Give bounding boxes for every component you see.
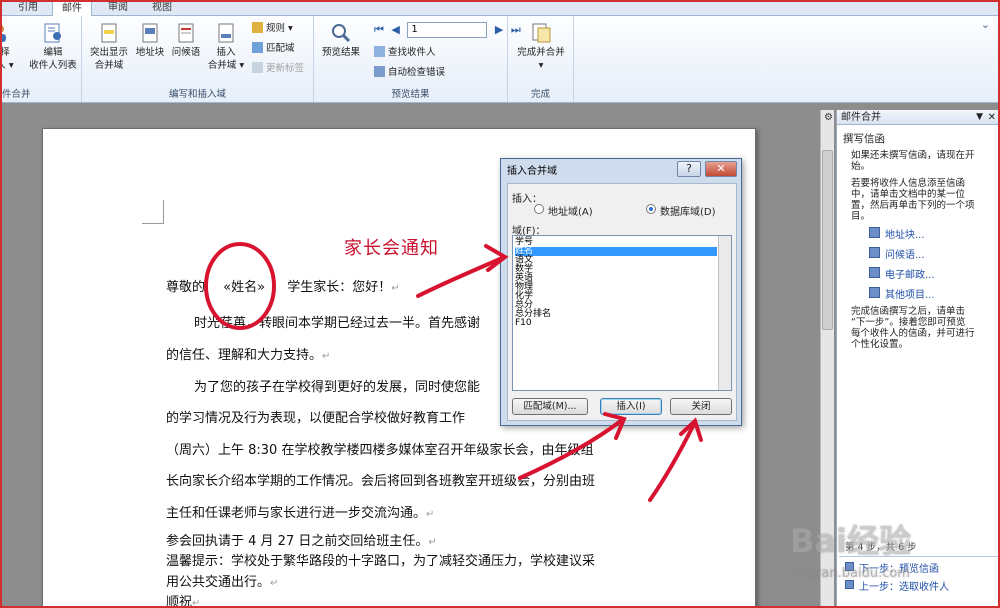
group-label: 完成: [530, 89, 550, 100]
match-fields-icon: [252, 42, 263, 53]
group-preview-results: 预览结果 ⏮ ◀ 1 ▶ ⏭ 查找收件人 自动检查错误 预览结果: [314, 16, 521, 102]
crop-mark: [142, 200, 164, 224]
finish-and-merge-button[interactable]: 完成并合并 ▾: [512, 22, 570, 72]
finish-merge-icon: [532, 23, 551, 43]
group-label: 编写和插入域: [168, 89, 226, 100]
close-icon[interactable]: ✕: [705, 161, 737, 177]
task-pane-header: 邮件合并 ▼ ✕: [837, 110, 1000, 125]
tab-view[interactable]: 视图: [142, 0, 182, 16]
pane-menu-icon[interactable]: ▼: [976, 110, 983, 125]
doc-line[interactable]: 参会回执请于 4 月 27 日之前交回给班主任。↵: [166, 530, 437, 549]
update-labels-icon: [252, 62, 263, 73]
rules-icon: [252, 22, 263, 33]
doc-line-greeting[interactable]: 尊敬的 «姓名» 学生家长：您好！↵: [166, 276, 400, 295]
tab-review[interactable]: 审阅: [96, 0, 140, 16]
electronic-postage-icon: [869, 267, 880, 278]
people-icon: [0, 25, 6, 42]
fields-list[interactable]: 学号 姓名 语文 数学 英语 物理 化学 总分 总分排名 F10: [512, 235, 732, 391]
preview-icon: [332, 24, 351, 43]
tab-references[interactable]: 引用: [6, 0, 50, 16]
doc-line[interactable]: 用公共交通出行。↵: [166, 571, 278, 590]
doc-line[interactable]: 的学习情况及行为表现，以便配合学校做好教育工作: [166, 407, 465, 426]
edit-list-icon: [44, 23, 61, 43]
scrollbar-thumb[interactable]: [822, 150, 833, 330]
list-item[interactable]: F10: [515, 319, 532, 328]
group-start-mail-merge: 择 人 ▾ 编辑 收件人列表 件合并: [0, 16, 82, 102]
rules-button[interactable]: 规则 ▾: [252, 22, 293, 36]
radio-address-field[interactable]: [534, 204, 544, 214]
ribbon-tab-bar: 引用 邮件 审阅 视图: [0, 0, 1000, 17]
doc-line[interactable]: 主任和任课老师与家长进行进一步交流沟通。↵: [166, 502, 434, 521]
close-button[interactable]: 关闭: [670, 398, 732, 415]
doc-line[interactable]: 时光荏苒，转眼间本学期已经过去一半。首先感谢: [194, 312, 480, 331]
record-navigation: ⏮ ◀ 1 ▶ ⏭: [374, 22, 521, 38]
highlight-icon: [101, 23, 117, 43]
find-recipient-icon: [374, 46, 385, 57]
link-more-items[interactable]: 其他项目...: [885, 286, 935, 301]
insert-field-icon: [218, 23, 234, 43]
paragraph-mark: ↵: [391, 283, 400, 294]
preview-results-button[interactable]: 预览结果: [316, 22, 366, 59]
highlight-merge-fields-button[interactable]: 突出显示 合并域: [86, 22, 132, 72]
watermark-url: jingyan.baidu.com: [790, 566, 910, 581]
group-label: 预览结果: [391, 89, 430, 100]
record-number-input[interactable]: 1: [407, 22, 488, 38]
address-block-icon: [869, 227, 880, 238]
group-finish: 完成并合并 ▾ 完成: [508, 16, 574, 102]
edit-recipient-list-button[interactable]: 编辑 收件人列表: [24, 22, 82, 72]
list-item[interactable]: 姓名: [515, 247, 717, 256]
auto-check-errors-button[interactable]: 自动检查错误: [374, 66, 445, 80]
greeting-icon: [869, 247, 880, 258]
watermark-brand: Bai经验: [790, 522, 911, 560]
doc-line[interactable]: 顺祝↵: [166, 591, 200, 608]
dialog-title: 插入合并域: [507, 166, 557, 177]
update-labels-button[interactable]: 更新标签: [252, 62, 304, 76]
section-title: 撰写信函: [843, 133, 885, 145]
dialog-body: 插入： 地址域(A) 数据库域(D) 域(F)： 学号 姓名 语文 数学 英语 …: [507, 183, 737, 421]
address-block-icon: [142, 23, 158, 43]
tab-mailings[interactable]: 邮件: [52, 0, 92, 17]
annotation-title: 家长会通知: [344, 238, 439, 259]
insert-merge-field-button[interactable]: 插入 合并域 ▾: [204, 22, 248, 72]
find-recipient-button[interactable]: 查找收件人: [374, 46, 436, 60]
previous-record-icon[interactable]: ◀: [391, 23, 399, 36]
pane-side-icon[interactable]: ⚙: [824, 112, 833, 123]
link-address-block[interactable]: 地址块...: [885, 226, 925, 241]
group-label: 件合并: [2, 89, 31, 100]
match-fields-button[interactable]: 匹配域: [252, 42, 295, 56]
insert-merge-field-dialog: 插入合并域 ? ✕ 插入： 地址域(A) 数据库域(D) 域(F)： 学号 姓名…: [500, 158, 742, 426]
radio-database-field[interactable]: [646, 204, 656, 214]
arrow-left-icon: [845, 580, 854, 589]
merge-field-name[interactable]: «姓名»: [223, 280, 265, 295]
pane-close-icon[interactable]: ✕: [988, 110, 996, 125]
address-block-button[interactable]: 地址块: [132, 22, 168, 59]
link-electronic-postage[interactable]: 电子邮政...: [885, 266, 935, 281]
help-button[interactable]: ?: [677, 161, 701, 177]
select-recipients-button[interactable]: 择 人 ▾: [0, 22, 16, 72]
doc-line[interactable]: （周六）上午 8:30 在学校教学楼四楼多媒体室召开年级家长会，由年级组: [166, 439, 593, 458]
doc-line[interactable]: 温馨提示：学校处于繁华路段的十字路口，为了减轻交通压力，学校建议采: [166, 550, 595, 569]
doc-line[interactable]: 的信任、理解和大力支持。↵: [166, 344, 330, 363]
check-errors-icon: [374, 66, 385, 77]
doc-line[interactable]: 为了您的孩子在学校得到更好的发展，同时使您能: [194, 376, 480, 395]
greeting-icon: [178, 23, 194, 43]
match-fields-button[interactable]: 匹配域(M)...: [512, 398, 588, 415]
link-greeting[interactable]: 问候语...: [885, 246, 925, 261]
next-record-icon[interactable]: ▶: [495, 23, 503, 36]
doc-line[interactable]: 长向家长介绍本学期的工作情况。会后将回到各班教室开班级会，分别由班: [166, 470, 595, 489]
list-scrollbar[interactable]: [718, 236, 731, 390]
ribbon-expand-icon[interactable]: ⌄: [981, 18, 990, 31]
first-record-icon[interactable]: ⏮: [374, 23, 384, 36]
ribbon: 择 人 ▾ 编辑 收件人列表 件合并 突出显示 合并域 地址块 问候语 插入 合…: [0, 16, 1000, 103]
group-write-insert-fields: 突出显示 合并域 地址块 问候语 插入 合并域 ▾ 规则 ▾ 匹配域 更新标签 …: [82, 16, 314, 102]
greeting-line-button[interactable]: 问候语: [168, 22, 204, 59]
more-items-icon: [869, 287, 880, 298]
insert-button[interactable]: 插入(I): [600, 398, 662, 415]
